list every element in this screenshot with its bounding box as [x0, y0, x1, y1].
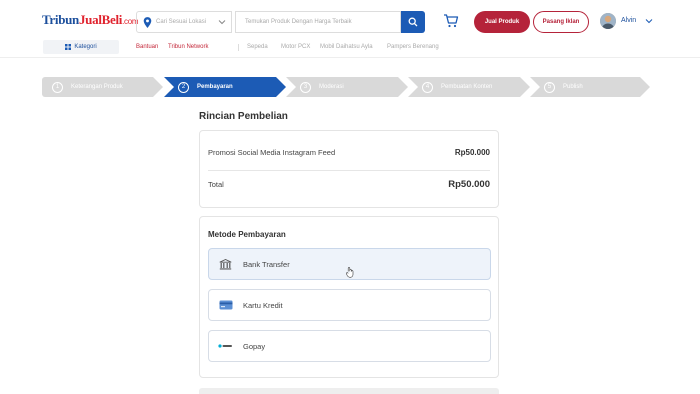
header: TribunJualBeli.com Cari Sesuai Lokasi Te… — [0, 0, 700, 42]
avatar[interactable] — [600, 13, 616, 29]
divider — [238, 44, 239, 51]
item-price: Rp50.000 — [454, 148, 490, 157]
sub-navigation: Kategori Bantuan Tribun Network Sepeda M… — [0, 40, 700, 56]
gopay-icon — [218, 341, 233, 352]
step-number: 1 — [52, 82, 63, 93]
location-pin-icon — [143, 16, 152, 28]
popular-search-link[interactable]: Pampers Berenang — [387, 44, 439, 50]
logo-part-jualbeli: JualBeli — [78, 12, 123, 27]
payment-option-kartu-kredit[interactable]: Kartu Kredit — [208, 289, 491, 321]
chevron-down-icon — [218, 20, 226, 25]
chevron-down-icon[interactable] — [645, 17, 653, 25]
next-section-edge — [199, 388, 499, 394]
step-label: Publish — [563, 84, 583, 90]
payment-option-label: Bank Transfer — [243, 259, 290, 269]
step-number: 4 — [422, 82, 433, 93]
step-label: Pembuatan Konten — [441, 84, 493, 90]
purchase-summary-card: Promosi Social Media Instagram Feed Rp50… — [199, 130, 499, 208]
step-label: Keterangan Produk — [71, 84, 123, 90]
location-placeholder: Cari Sesuai Lokasi — [156, 19, 207, 25]
location-select[interactable]: Cari Sesuai Lokasi — [136, 11, 232, 33]
payment-option-label: Gopay — [243, 341, 266, 351]
payment-method-title: Metode Pembayaran — [208, 230, 286, 239]
popular-search-link[interactable]: Mobil Daihatsu Ayla — [320, 44, 373, 50]
username[interactable]: Alvin — [621, 17, 636, 24]
payment-option-gopay[interactable]: Gopay — [208, 330, 491, 362]
step-pembayaran: 2 Pembayaran — [164, 77, 286, 97]
total-row: Total Rp50.000 — [208, 179, 490, 190]
total-price: Rp50.000 — [448, 179, 490, 190]
search-icon — [408, 17, 418, 27]
logo-part-tribun: Tribun — [42, 12, 79, 27]
page-title: Rincian Pembelian — [199, 111, 288, 122]
popular-search-link[interactable]: Sepeda — [247, 44, 268, 50]
step-publish: 5 Publish — [530, 77, 650, 97]
credit-card-icon — [218, 300, 233, 311]
step-number: 3 — [300, 82, 311, 93]
kategori-button[interactable]: Kategori — [43, 40, 119, 54]
kategori-label: Kategori — [74, 44, 97, 50]
cart-icon[interactable] — [443, 13, 459, 29]
search-button[interactable] — [401, 11, 425, 33]
total-label: Total — [208, 180, 224, 189]
popular-search-link[interactable]: Motor PCX — [281, 44, 310, 50]
search-input[interactable]: Temukan Produk Dengan Harga Terbaik — [235, 11, 401, 33]
step-number: 5 — [544, 82, 555, 93]
step-number: 2 — [178, 82, 189, 93]
payment-option-label: Kartu Kredit — [243, 300, 283, 310]
step-label: Moderasi — [319, 84, 344, 90]
bank-icon — [218, 258, 233, 270]
user-avatar-icon — [600, 13, 616, 29]
jual-produk-button[interactable]: Jual Produk — [474, 11, 530, 33]
step-keterangan-produk: 1 Keterangan Produk — [42, 77, 163, 97]
divider — [0, 57, 700, 58]
payment-method-card: Metode Pembayaran Bank Transfer Kartu Kr… — [199, 216, 499, 378]
step-pembuatan-konten: 4 Pembuatan Konten — [408, 77, 530, 97]
step-moderasi: 3 Moderasi — [286, 77, 408, 97]
line-item-row: Promosi Social Media Instagram Feed Rp50… — [208, 148, 490, 157]
tribun-network-link[interactable]: Tribun Network — [168, 44, 208, 50]
mouse-cursor-icon — [346, 267, 354, 278]
item-name: Promosi Social Media Instagram Feed — [208, 148, 336, 157]
pasang-iklan-button[interactable]: Pasang Iklan — [533, 11, 589, 33]
step-label: Pembayaran — [197, 84, 233, 90]
search-placeholder: Temukan Produk Dengan Harga Terbaik — [245, 19, 352, 25]
divider — [208, 170, 490, 171]
grid-icon — [65, 44, 72, 50]
bantuan-link[interactable]: Bantuan — [136, 44, 158, 50]
site-logo[interactable]: TribunJualBeli.com — [42, 12, 139, 28]
